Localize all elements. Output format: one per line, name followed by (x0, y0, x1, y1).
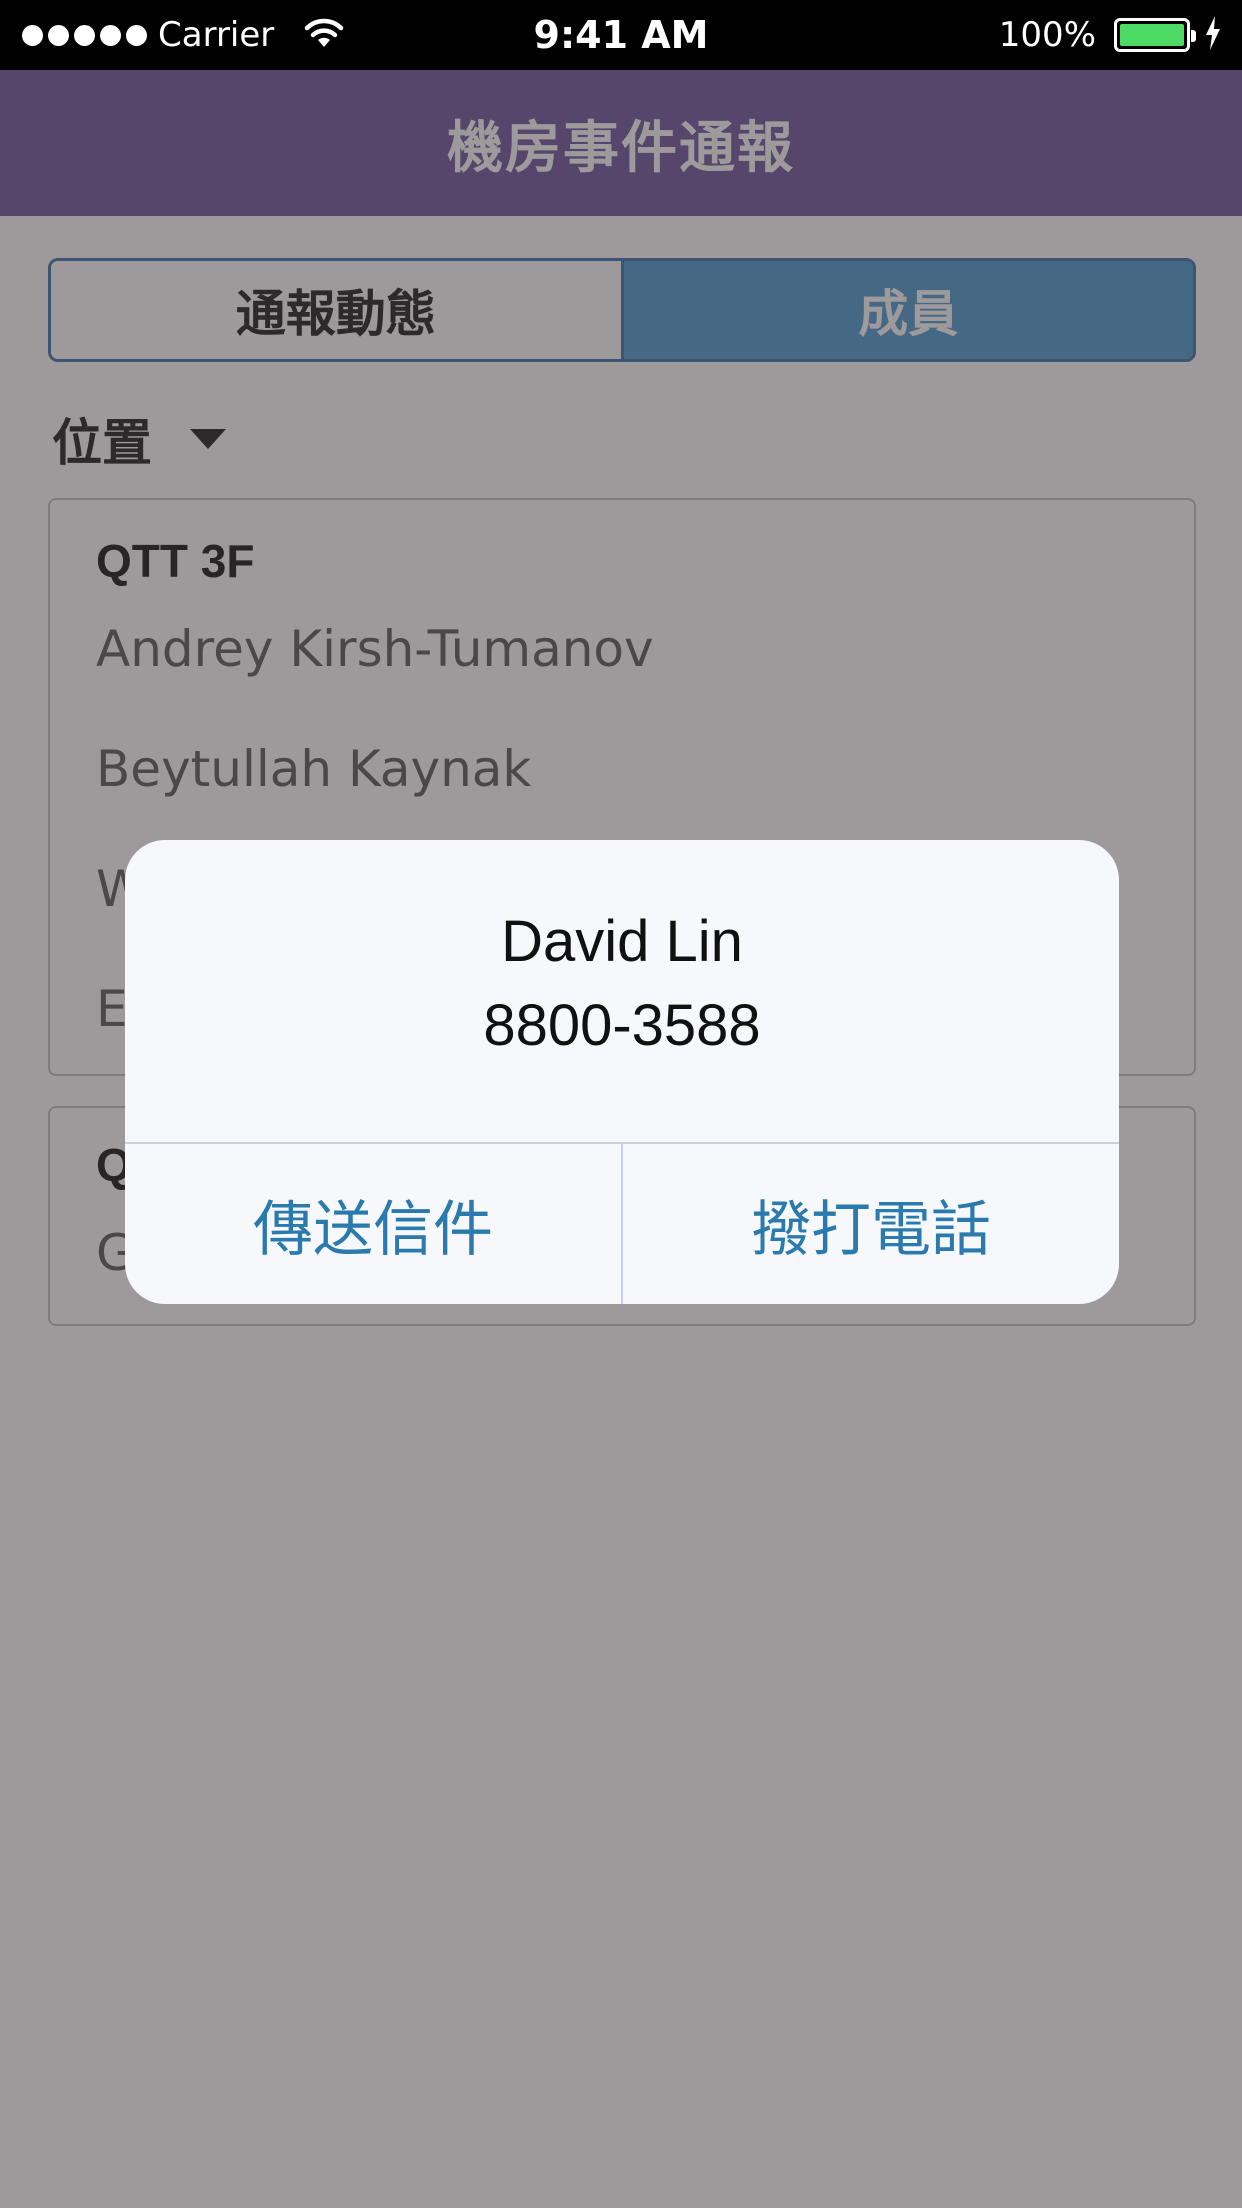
contact-alert-dialog: David Lin 8800-3588 傳送信件 撥打電話 (125, 840, 1119, 1304)
send-email-label: 傳送信件 (253, 1194, 493, 1265)
battery-icon (1114, 18, 1196, 52)
send-email-button[interactable]: 傳送信件 (125, 1144, 621, 1304)
app-screen: Carrier 9:41 AM 100% 機房事件通報 通報動態 成員 位置 Q… (0, 0, 1242, 2208)
battery-percent: 100% (998, 15, 1096, 55)
call-phone-button[interactable]: 撥打電話 (623, 1144, 1119, 1304)
alert-contact-phone: 8800-3588 (483, 993, 761, 1058)
status-right: 100% (999, 0, 1222, 70)
call-phone-label: 撥打電話 (751, 1194, 991, 1265)
status-bar: Carrier 9:41 AM 100% (0, 0, 1242, 70)
charging-bolt-icon (1204, 16, 1222, 54)
alert-contact-name: David Lin (501, 909, 743, 974)
